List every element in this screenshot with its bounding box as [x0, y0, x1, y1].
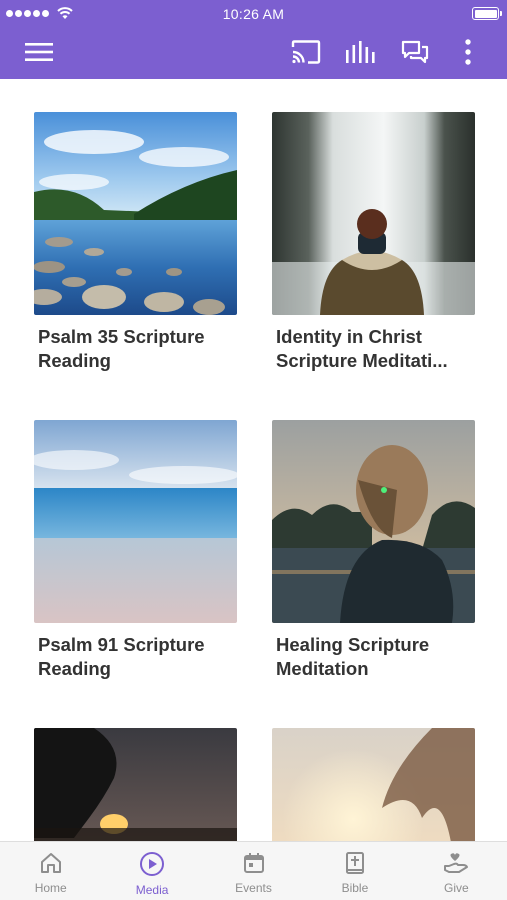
tab-label: Media	[135, 883, 169, 897]
audio-bars-icon	[346, 41, 375, 63]
more-vertical-icon	[465, 39, 471, 65]
media-thumbnail	[272, 420, 475, 623]
more-button[interactable]	[458, 38, 478, 66]
play-circle-icon	[140, 852, 165, 876]
chat-button[interactable]	[399, 38, 431, 66]
cast-icon	[291, 40, 321, 64]
tab-label: Give	[443, 881, 469, 895]
menu-button[interactable]	[24, 38, 54, 66]
audio-button[interactable]	[344, 38, 376, 66]
menu-icon	[25, 43, 53, 61]
media-title: Identity in Christ Scripture Meditati...	[276, 326, 448, 371]
tab-bible[interactable]: Bible	[304, 842, 405, 900]
media-item[interactable]	[272, 728, 475, 841]
app-header: 10:26 AM	[0, 0, 507, 79]
media-thumbnail	[34, 112, 237, 315]
cast-button[interactable]	[290, 38, 322, 66]
media-title: Psalm 91 Scripture Reading	[38, 634, 205, 679]
tab-label: Home	[34, 881, 67, 895]
tab-label: Events	[235, 881, 272, 895]
media-thumbnail	[34, 420, 237, 623]
status-bar: 10:26 AM	[0, 0, 507, 26]
battery-icon	[472, 7, 502, 20]
home-icon	[40, 853, 61, 873]
media-item[interactable]: Psalm 35 Scripture Reading	[34, 112, 237, 373]
bible-icon	[345, 852, 364, 874]
give-hand-icon	[444, 853, 469, 873]
media-item[interactable]: Psalm 91 Scripture Reading	[34, 420, 237, 681]
tab-events[interactable]: Events	[203, 842, 304, 900]
tab-home[interactable]: Home	[0, 842, 101, 900]
media-grid: Psalm 35 Scripture Reading Identity in C…	[0, 79, 507, 841]
media-thumbnail	[272, 112, 475, 315]
media-item[interactable]	[34, 728, 237, 841]
media-thumbnail	[272, 728, 475, 841]
tab-label: Bible	[341, 881, 369, 895]
tab-media[interactable]: Media	[101, 842, 202, 900]
tab-give[interactable]: Give	[406, 842, 507, 900]
media-item[interactable]: Healing Scripture Meditation	[272, 420, 475, 681]
chat-icon	[401, 40, 429, 64]
media-title: Psalm 35 Scripture Reading	[38, 326, 205, 371]
media-thumbnail	[34, 728, 237, 841]
calendar-icon	[243, 853, 264, 873]
media-item[interactable]: Identity in Christ Scripture Meditati...	[272, 112, 475, 373]
status-time: 10:26 AM	[222, 6, 285, 22]
bottom-tab-bar: Home Media Events Bible Give	[0, 841, 507, 900]
media-title: Healing Scripture Meditation	[276, 634, 430, 679]
